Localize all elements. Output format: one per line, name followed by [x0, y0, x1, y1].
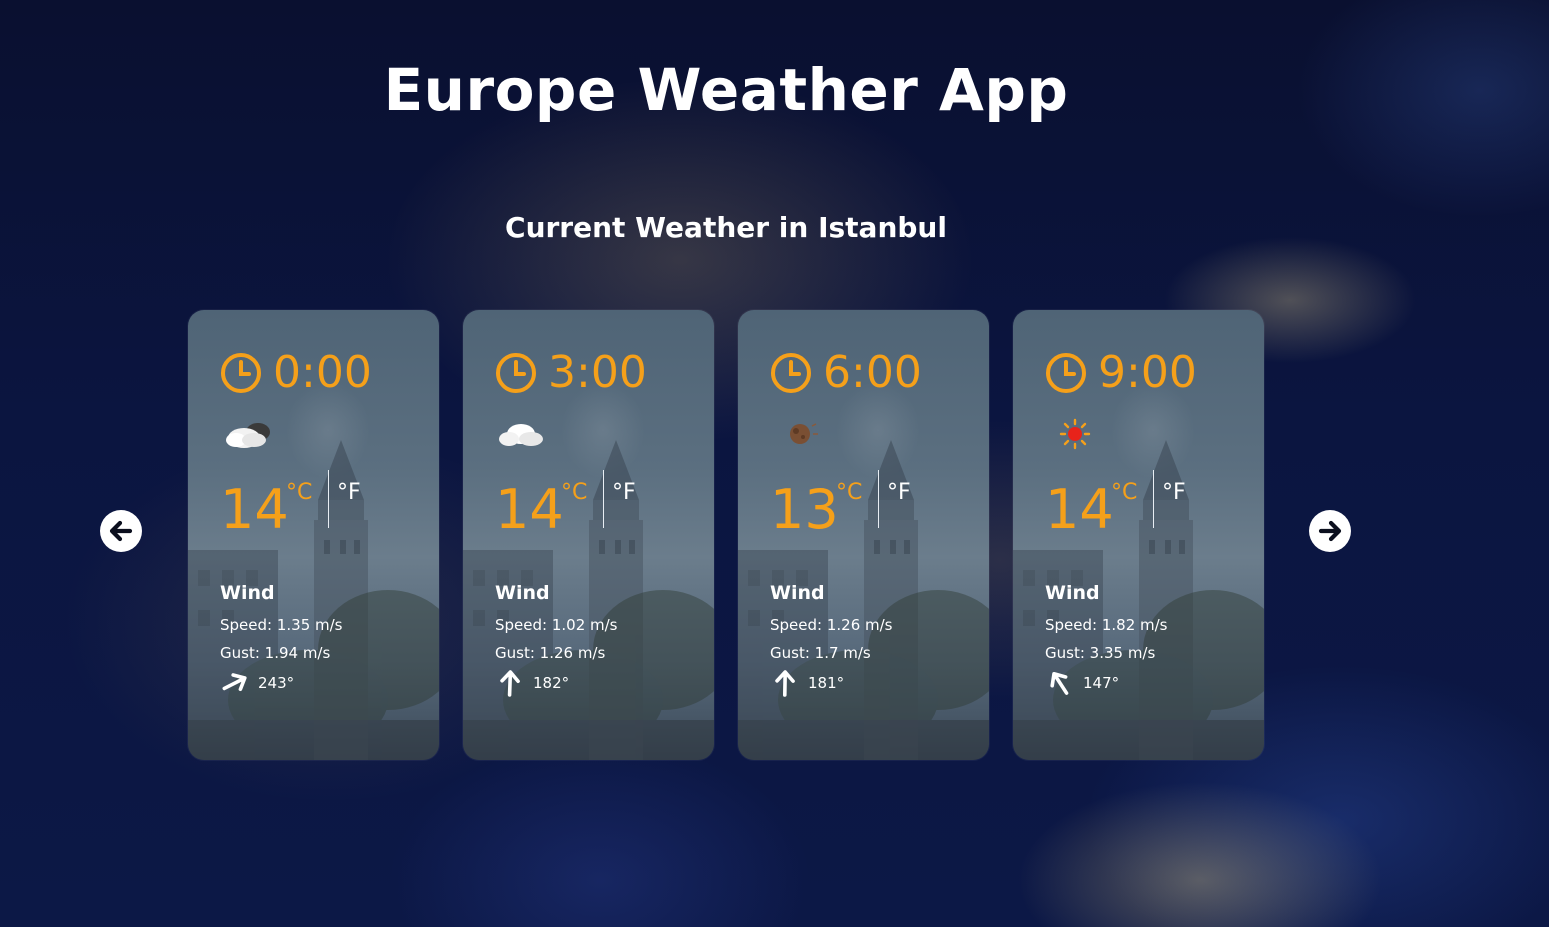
- wind-gust: Gust: 1.7 m/s: [770, 644, 871, 662]
- wind-direction-degrees: 147°: [1083, 674, 1120, 692]
- forecast-time: 3:00: [494, 346, 647, 400]
- temperature-value: 13: [770, 478, 839, 541]
- unit-celsius-toggle[interactable]: °C: [836, 480, 862, 505]
- wind-direction: 147°: [1045, 668, 1119, 698]
- forecast-time-label: 6:00: [823, 347, 922, 398]
- cloud-moon-icon: [226, 423, 270, 448]
- page-subtitle: Current Weather in Istanbul: [505, 211, 947, 244]
- carousel-next-button[interactable]: [1309, 510, 1351, 552]
- unit-divider: [1153, 470, 1154, 528]
- wind-heading: Wind: [220, 582, 275, 604]
- forecast-time: 0:00: [219, 346, 372, 400]
- unit-celsius-toggle[interactable]: °C: [1111, 480, 1137, 505]
- wind-speed: Speed: 1.82 m/s: [1045, 616, 1168, 634]
- clock-icon: [221, 353, 261, 393]
- arrow-right-circle-icon: [1318, 520, 1342, 542]
- temperature-value: 14: [220, 478, 289, 541]
- wind-gust: Gust: 1.94 m/s: [220, 644, 331, 662]
- unit-celsius-toggle[interactable]: °C: [286, 480, 312, 505]
- wind-direction-arrow-icon: [500, 670, 520, 697]
- wind-speed: Speed: 1.26 m/s: [770, 616, 893, 634]
- wind-direction-degrees: 182°: [533, 674, 570, 692]
- clock-icon: [771, 353, 811, 393]
- wind-speed: Speed: 1.02 m/s: [495, 616, 618, 634]
- forecast-time: 9:00: [1044, 346, 1197, 400]
- unit-fahrenheit-toggle[interactable]: °F: [612, 480, 636, 505]
- forecast-time-label: 0:00: [273, 347, 372, 398]
- app-root: { "app": { "title": "Europe Weather App"…: [0, 0, 1549, 927]
- arrow-left-circle-icon: [109, 520, 133, 542]
- unit-divider: [603, 470, 604, 528]
- wind-direction-arrow-icon: [1050, 671, 1069, 695]
- forecast-time-label: 9:00: [1098, 347, 1197, 398]
- forecast-time: 6:00: [769, 346, 922, 400]
- wind-speed: Speed: 1.35 m/s: [220, 616, 343, 634]
- unit-fahrenheit-toggle[interactable]: °F: [337, 480, 361, 505]
- wind-heading: Wind: [770, 582, 825, 604]
- unit-fahrenheit-toggle[interactable]: °F: [1162, 480, 1186, 505]
- clock-icon: [496, 353, 536, 393]
- wind-gust: Gust: 1.26 m/s: [495, 644, 606, 662]
- forecast-card: 3:00 14 °C °F Wind Speed: 1.02 m/s Gust:…: [463, 310, 714, 760]
- unit-fahrenheit-toggle[interactable]: °F: [887, 480, 911, 505]
- temperature-value: 14: [495, 478, 564, 541]
- brown-moon-icon: [790, 423, 818, 444]
- sun-icon: [1059, 418, 1091, 450]
- clock-icon: [1046, 353, 1086, 393]
- wind-heading: Wind: [495, 582, 550, 604]
- unit-celsius-toggle[interactable]: °C: [561, 480, 587, 505]
- forecast-time-label: 3:00: [548, 347, 647, 398]
- forecast-card: 0:00 14 °C °F Wind Speed: 1.35 m/s Gust:…: [188, 310, 439, 760]
- wind-gust: Gust: 3.35 m/s: [1045, 644, 1156, 662]
- wind-heading: Wind: [1045, 582, 1100, 604]
- wind-direction-degrees: 243°: [258, 674, 295, 692]
- forecast-card: 9:00 14 °C °F Wind Speed: 1.82 m/s Gust:…: [1013, 310, 1264, 760]
- cloud-icon: [499, 424, 543, 446]
- page-title: Europe Weather App: [383, 56, 1069, 124]
- unit-divider: [328, 470, 329, 528]
- wind-direction-arrow-icon: [775, 670, 795, 697]
- wind-direction: 243°: [220, 668, 294, 698]
- temperature-value: 14: [1045, 478, 1114, 541]
- wind-direction-degrees: 181°: [808, 674, 845, 692]
- wind-direction-arrow-icon: [222, 673, 247, 692]
- unit-divider: [878, 470, 879, 528]
- wind-direction: 181°: [770, 668, 844, 698]
- wind-direction: 182°: [495, 668, 569, 698]
- carousel-prev-button[interactable]: [100, 510, 142, 552]
- forecast-card: 6:00 13 °C °F Wind Speed: 1.26 m/s Gust:…: [738, 310, 989, 760]
